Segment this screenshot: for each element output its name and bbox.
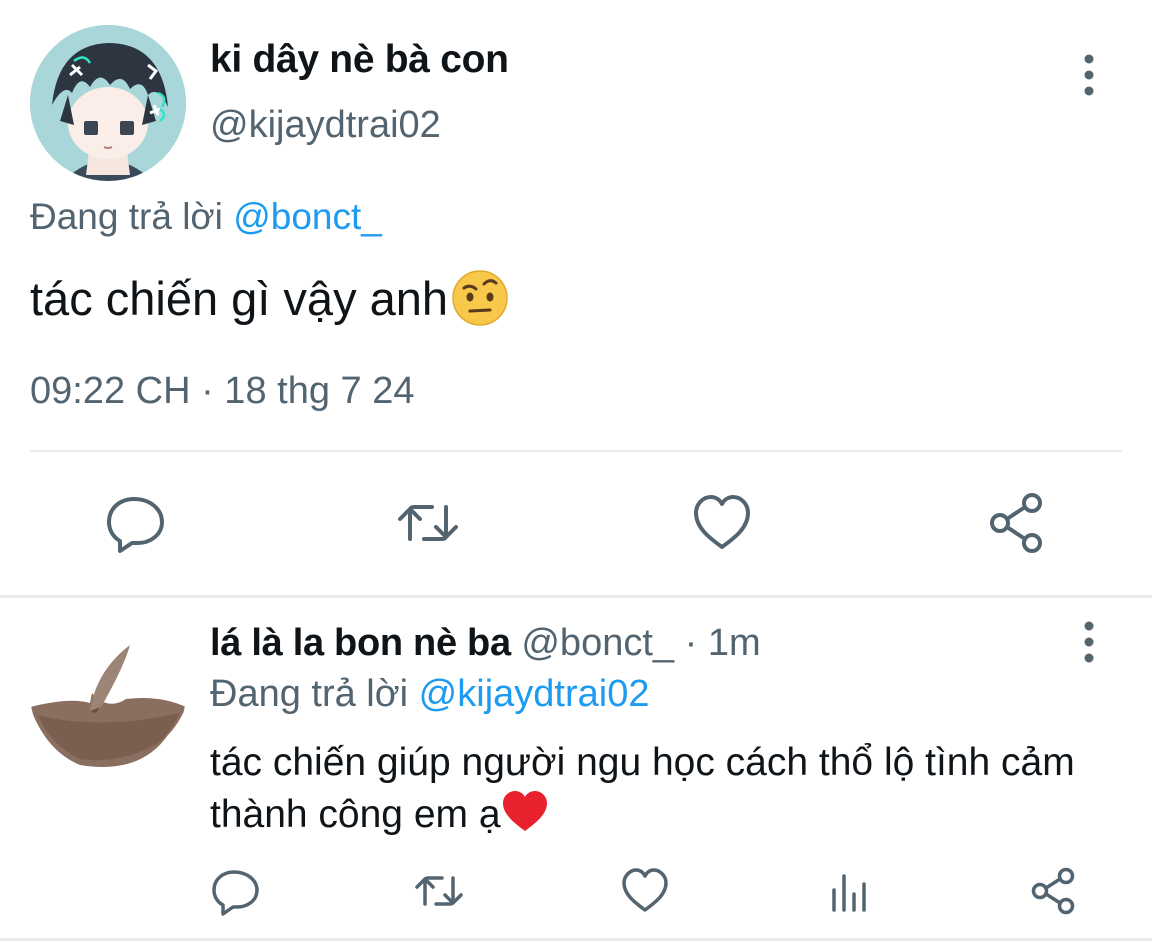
- reply-time[interactable]: 1m: [708, 622, 761, 664]
- replying-to-line: Đang trả lời @kijaydtrai02: [210, 673, 649, 716]
- separator-dot: ·: [674, 622, 708, 664]
- retweet-icon[interactable]: [414, 866, 464, 916]
- replying-to-line: Đang trả lời @bonct_: [30, 196, 382, 238]
- reply-author-avatar[interactable]: [30, 615, 186, 771]
- tweet-text-content: tác chiến gì vậy anh: [30, 271, 449, 325]
- share-icon[interactable]: [984, 491, 1048, 555]
- anime-avatar-image: [30, 25, 186, 181]
- replying-to-mention[interactable]: @kijaydtrai02: [419, 673, 650, 715]
- reply-author-handle[interactable]: @bonct_: [521, 622, 674, 664]
- replying-to-label: Đang trả lời: [210, 673, 419, 715]
- author-name[interactable]: ki dây nè bà con: [210, 38, 509, 82]
- tweet-text: tác chiến gì vậy anh: [30, 268, 510, 328]
- like-icon[interactable]: [690, 491, 754, 555]
- share-icon[interactable]: [1028, 866, 1078, 916]
- replying-to-label: Đang trả lời: [30, 196, 234, 237]
- views-icon[interactable]: [825, 866, 875, 916]
- reply-header: lá là la bon nè ba @bonct_ · 1m: [210, 622, 761, 665]
- more-options-icon[interactable]: [1068, 620, 1110, 664]
- author-avatar[interactable]: [30, 25, 186, 181]
- like-icon[interactable]: [620, 866, 670, 916]
- avatar-image: [30, 615, 186, 771]
- replying-to-mention[interactable]: @bonct_: [233, 196, 382, 237]
- divider: [0, 938, 1152, 941]
- retweet-icon[interactable]: [396, 491, 460, 555]
- reply-icon[interactable]: [104, 491, 168, 555]
- divider: [0, 595, 1152, 598]
- tweet-timestamp[interactable]: 09:22 CH · 18 thg 7 24: [30, 370, 414, 413]
- author-handle[interactable]: @kijaydtrai02: [210, 104, 441, 147]
- reply-text: tác chiến giúp người ngu học cách thổ lộ…: [210, 737, 1110, 841]
- divider: [30, 450, 1122, 452]
- red-heart-emoji: [501, 789, 549, 833]
- face-with-raised-eyebrow-emoji: [450, 268, 510, 328]
- reply-icon[interactable]: [211, 866, 261, 916]
- more-options-icon[interactable]: [1068, 53, 1110, 97]
- reply-text-content: tác chiến giúp người ngu học cách thổ lộ…: [210, 741, 1075, 836]
- reply-author-name[interactable]: lá là la bon nè ba: [210, 622, 511, 664]
